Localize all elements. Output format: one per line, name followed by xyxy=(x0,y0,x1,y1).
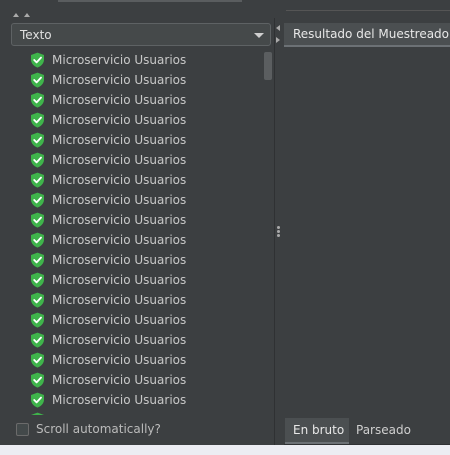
list-item[interactable]: Microservicio Usuarios xyxy=(30,170,186,190)
tab-raw[interactable]: En bruto xyxy=(285,418,349,444)
shield-check-icon xyxy=(31,192,44,208)
shield-check-icon xyxy=(31,132,44,148)
list-item[interactable]: Microservicio Usuarios xyxy=(30,150,186,170)
top-field xyxy=(58,0,242,2)
collapse-up-icon[interactable] xyxy=(13,13,19,17)
shield-check-icon xyxy=(31,352,44,368)
list-item[interactable]: Microservicio Usuarios xyxy=(30,70,186,90)
shield-check-icon xyxy=(31,272,44,288)
shield-check-icon xyxy=(31,252,44,268)
list-item-label: Microservicio Usuarios xyxy=(52,213,187,227)
list-item[interactable]: Microservicio Usuarios xyxy=(30,190,186,210)
list-item-label: Microservicio Usuarios xyxy=(52,273,187,287)
scroll-automatically-label: Scroll automatically? xyxy=(36,422,161,436)
sample-list: Microservicio Usuarios Microservicio Usua… xyxy=(0,50,262,415)
shield-check-icon xyxy=(31,332,44,348)
collapse-right-icon[interactable] xyxy=(276,37,280,43)
shield-check-icon xyxy=(31,112,44,128)
tab-parsed[interactable]: Parseado xyxy=(349,418,419,444)
shield-check-icon xyxy=(31,52,44,68)
shield-check-icon xyxy=(31,372,44,388)
list-scrollbar[interactable] xyxy=(264,50,272,415)
list-item[interactable]: Microservicio Usuarios xyxy=(30,330,186,350)
tab-raw-label: En bruto xyxy=(293,423,345,437)
list-item-label: Microservicio Usuarios xyxy=(52,353,187,367)
renderer-select-value: Texto xyxy=(20,28,52,42)
tab-parsed-label: Parseado xyxy=(356,423,411,437)
expand-up-icon[interactable] xyxy=(24,13,30,17)
list-item[interactable]: Microservicio Usuarios xyxy=(30,230,186,250)
shield-check-icon xyxy=(31,292,44,308)
shield-check-icon xyxy=(31,72,44,88)
list-item-label: Microservicio Usuarios xyxy=(52,293,187,307)
shield-check-icon xyxy=(31,152,44,168)
shield-check-icon xyxy=(31,392,44,408)
result-content-area xyxy=(284,47,450,418)
top-divider xyxy=(286,10,450,11)
list-item-label: Microservicio Usuarios xyxy=(52,133,187,147)
list-item-label: Microservicio Usuarios xyxy=(52,313,187,327)
grip-dot xyxy=(277,234,280,237)
bottom-strip xyxy=(0,445,450,455)
renderer-select[interactable]: Texto xyxy=(11,23,271,46)
list-item[interactable]: Microservicio Usuarios xyxy=(30,370,186,390)
shield-check-icon xyxy=(31,212,44,228)
list-item[interactable]: Microservicio Usuarios xyxy=(30,50,186,70)
list-item-partial xyxy=(30,410,52,415)
list-item[interactable]: Microservicio Usuarios xyxy=(30,90,186,110)
list-item-label: Microservicio Usuarios xyxy=(52,373,187,387)
tab-sampler-result[interactable]: Resultado del Muestreador xyxy=(284,23,450,47)
scrollbar-thumb[interactable] xyxy=(264,52,272,80)
shield-check-icon xyxy=(31,232,44,248)
list-item[interactable]: Microservicio Usuarios xyxy=(30,270,186,290)
list-item-label: Microservicio Usuarios xyxy=(52,53,187,67)
list-item-label: Microservicio Usuarios xyxy=(52,113,187,127)
list-item-label: Microservicio Usuarios xyxy=(52,73,187,87)
list-item[interactable]: Microservicio Usuarios xyxy=(30,210,186,230)
list-item[interactable]: Microservicio Usuarios xyxy=(30,310,186,330)
list-item-label: Microservicio Usuarios xyxy=(52,193,187,207)
tab-sampler-result-label: Resultado del Muestreador xyxy=(293,27,450,41)
shield-check-icon xyxy=(31,172,44,188)
list-item[interactable]: Microservicio Usuarios xyxy=(30,130,186,150)
shield-check-icon xyxy=(31,92,44,108)
chevron-down-icon xyxy=(254,33,264,38)
shield-check-icon xyxy=(31,412,44,415)
list-item[interactable]: Microservicio Usuarios xyxy=(30,290,186,310)
list-item-label: Microservicio Usuarios xyxy=(52,173,187,187)
collapse-left-icon[interactable] xyxy=(276,25,280,31)
grip-dot xyxy=(277,230,280,233)
list-item-label: Microservicio Usuarios xyxy=(52,233,187,247)
list-item-label: Microservicio Usuarios xyxy=(52,333,187,347)
list-item-label: Microservicio Usuarios xyxy=(52,93,187,107)
scroll-automatically-checkbox[interactable] xyxy=(16,423,29,436)
list-item[interactable]: Microservicio Usuarios xyxy=(30,390,186,410)
list-item-label: Microservicio Usuarios xyxy=(52,253,187,267)
list-item-label: Microservicio Usuarios xyxy=(52,393,187,407)
list-item-label: Microservicio Usuarios xyxy=(52,153,187,167)
list-item[interactable]: Microservicio Usuarios xyxy=(30,110,186,130)
shield-check-icon xyxy=(31,312,44,328)
list-item[interactable]: Microservicio Usuarios xyxy=(30,350,186,370)
grip-dot xyxy=(277,226,280,229)
list-item[interactable]: Microservicio Usuarios xyxy=(30,250,186,270)
